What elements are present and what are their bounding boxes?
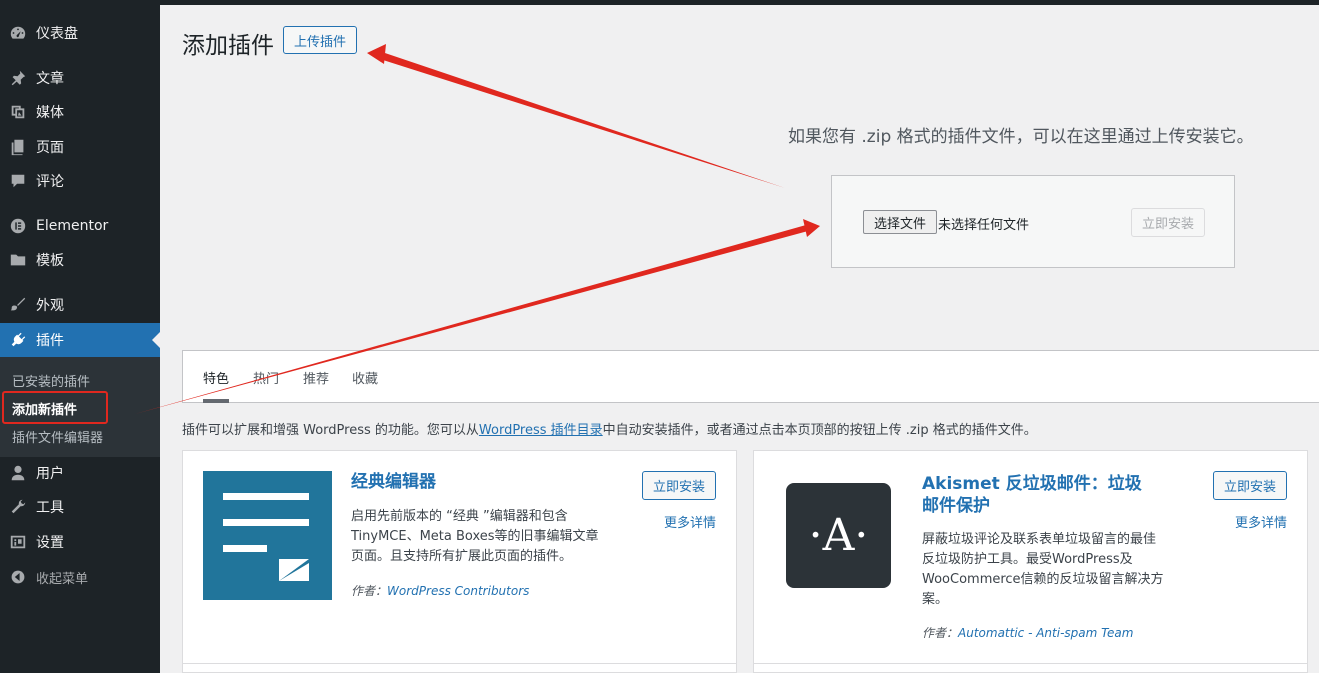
submenu-add-new-plugin[interactable]: 添加新插件 xyxy=(12,399,77,418)
submenu-plugin-file-editor[interactable]: 插件文件编辑器 xyxy=(12,427,103,446)
page-title: 添加插件 xyxy=(182,33,274,59)
admin-sidebar: 仪表盘 文章 媒体 页面 评论 Elementor 模板 外观 插件 已安装的插… xyxy=(0,0,160,673)
plugin-title[interactable]: 经典编辑器 xyxy=(351,471,436,493)
upload-help-text: 如果您有 .zip 格式的插件文件，可以在这里通过上传安装它。 xyxy=(788,127,1254,147)
collapse-arrow-icon xyxy=(0,569,36,585)
install-now-button[interactable]: 立即安装 xyxy=(1213,471,1287,500)
plugin-directory-link[interactable]: WordPress 插件目录 xyxy=(479,423,603,438)
pin-icon xyxy=(0,69,36,87)
sidebar-item-dashboard[interactable]: 仪表盘 xyxy=(0,16,160,50)
plugin-author-link[interactable]: Automattic - Anti-spam Team xyxy=(958,626,1133,640)
akismet-logo-icon: ·A· xyxy=(786,483,891,588)
page-icon xyxy=(0,138,36,156)
sidebar-item-templates[interactable]: 模板 xyxy=(0,243,160,277)
arrow-head-choose-file xyxy=(803,219,820,237)
classic-editor-icon xyxy=(203,471,332,600)
folder-icon xyxy=(0,251,36,269)
plugin-filter-bar: 特色 热门 推荐 收藏 xyxy=(182,350,1319,403)
sidebar-item-media[interactable]: 媒体 xyxy=(0,95,160,129)
wrench-icon xyxy=(0,498,36,516)
plugin-author: 作者：WordPress Contributors xyxy=(351,584,530,598)
user-icon xyxy=(0,464,36,482)
media-icon xyxy=(0,103,36,121)
choose-file-button[interactable]: 选择文件 xyxy=(863,210,937,234)
sidebar-item-tools[interactable]: 工具 xyxy=(0,490,160,524)
admin-bar xyxy=(0,0,1319,5)
settings-icon xyxy=(0,533,36,551)
sidebar-item-posts[interactable]: 文章 xyxy=(0,61,160,95)
sidebar-item-users[interactable]: 用户 xyxy=(0,456,160,490)
plugins-submenu: 已安装的插件 添加新插件 插件文件编辑器 xyxy=(0,357,160,457)
tab-recommended[interactable]: 推荐 xyxy=(303,368,329,387)
tab-popular[interactable]: 热门 xyxy=(253,368,279,387)
comment-icon xyxy=(0,172,36,190)
install-now-button[interactable]: 立即安装 xyxy=(642,471,716,500)
upload-form: 选择文件 未选择任何文件 立即安装 xyxy=(831,175,1235,268)
tab-featured[interactable]: 特色 xyxy=(203,368,229,387)
arrow-head-upload xyxy=(367,44,386,64)
more-details-link[interactable]: 更多详情 xyxy=(1235,512,1287,531)
plugin-title[interactable]: Akismet 反垃圾邮件：垃圾 邮件保护 xyxy=(922,473,1142,517)
intro-text: 插件可以扩展和增强 WordPress 的功能。您可以从WordPress 插件… xyxy=(182,423,1037,438)
card-divider xyxy=(754,663,1307,664)
upload-plugin-button[interactable]: 上传插件 xyxy=(283,26,357,54)
sidebar-item-plugins[interactable]: 插件 xyxy=(0,323,160,357)
sidebar-item-pages[interactable]: 页面 xyxy=(0,130,160,164)
plugin-author: 作者：Automattic - Anti-spam Team xyxy=(922,626,1134,640)
sidebar-item-appearance[interactable]: 外观 xyxy=(0,288,160,322)
plugin-card-classic-editor: 经典编辑器 启用先前版本的 “经典 ”编辑器和包含 TinyMCE、Meta B… xyxy=(182,450,737,673)
sidebar-item-comments[interactable]: 评论 xyxy=(0,164,160,198)
install-now-button-disabled[interactable]: 立即安装 xyxy=(1131,208,1205,237)
brush-icon xyxy=(0,296,36,314)
plugin-author-link[interactable]: WordPress Contributors xyxy=(387,584,529,598)
arrow-to-upload-button xyxy=(380,52,785,188)
collapse-menu-button[interactable]: 收起菜单 xyxy=(0,560,160,594)
card-divider xyxy=(183,663,736,664)
submenu-installed-plugins[interactable]: 已安装的插件 xyxy=(12,371,90,390)
more-details-link[interactable]: 更多详情 xyxy=(664,512,716,531)
plugin-description: 启用先前版本的 “经典 ”编辑器和包含 TinyMCE、Meta Boxes等的… xyxy=(351,509,599,564)
dashboard-icon xyxy=(0,24,36,42)
plugin-icon xyxy=(0,331,36,349)
plugin-description: 屏蔽垃圾评论及联系表单垃圾留言的最佳 反垃圾防护工具。最受WordPress及 … xyxy=(922,532,1164,607)
elementor-icon xyxy=(0,217,36,235)
sidebar-item-settings[interactable]: 设置 xyxy=(0,525,160,559)
plugin-card-akismet: ·A· Akismet 反垃圾邮件：垃圾 邮件保护 屏蔽垃圾评论及联系表单垃圾留… xyxy=(753,450,1308,673)
sidebar-item-elementor[interactable]: Elementor xyxy=(0,209,160,243)
tab-favorites[interactable]: 收藏 xyxy=(352,368,378,387)
active-tab-indicator xyxy=(203,399,229,403)
file-status-text: 未选择任何文件 xyxy=(938,218,1030,233)
